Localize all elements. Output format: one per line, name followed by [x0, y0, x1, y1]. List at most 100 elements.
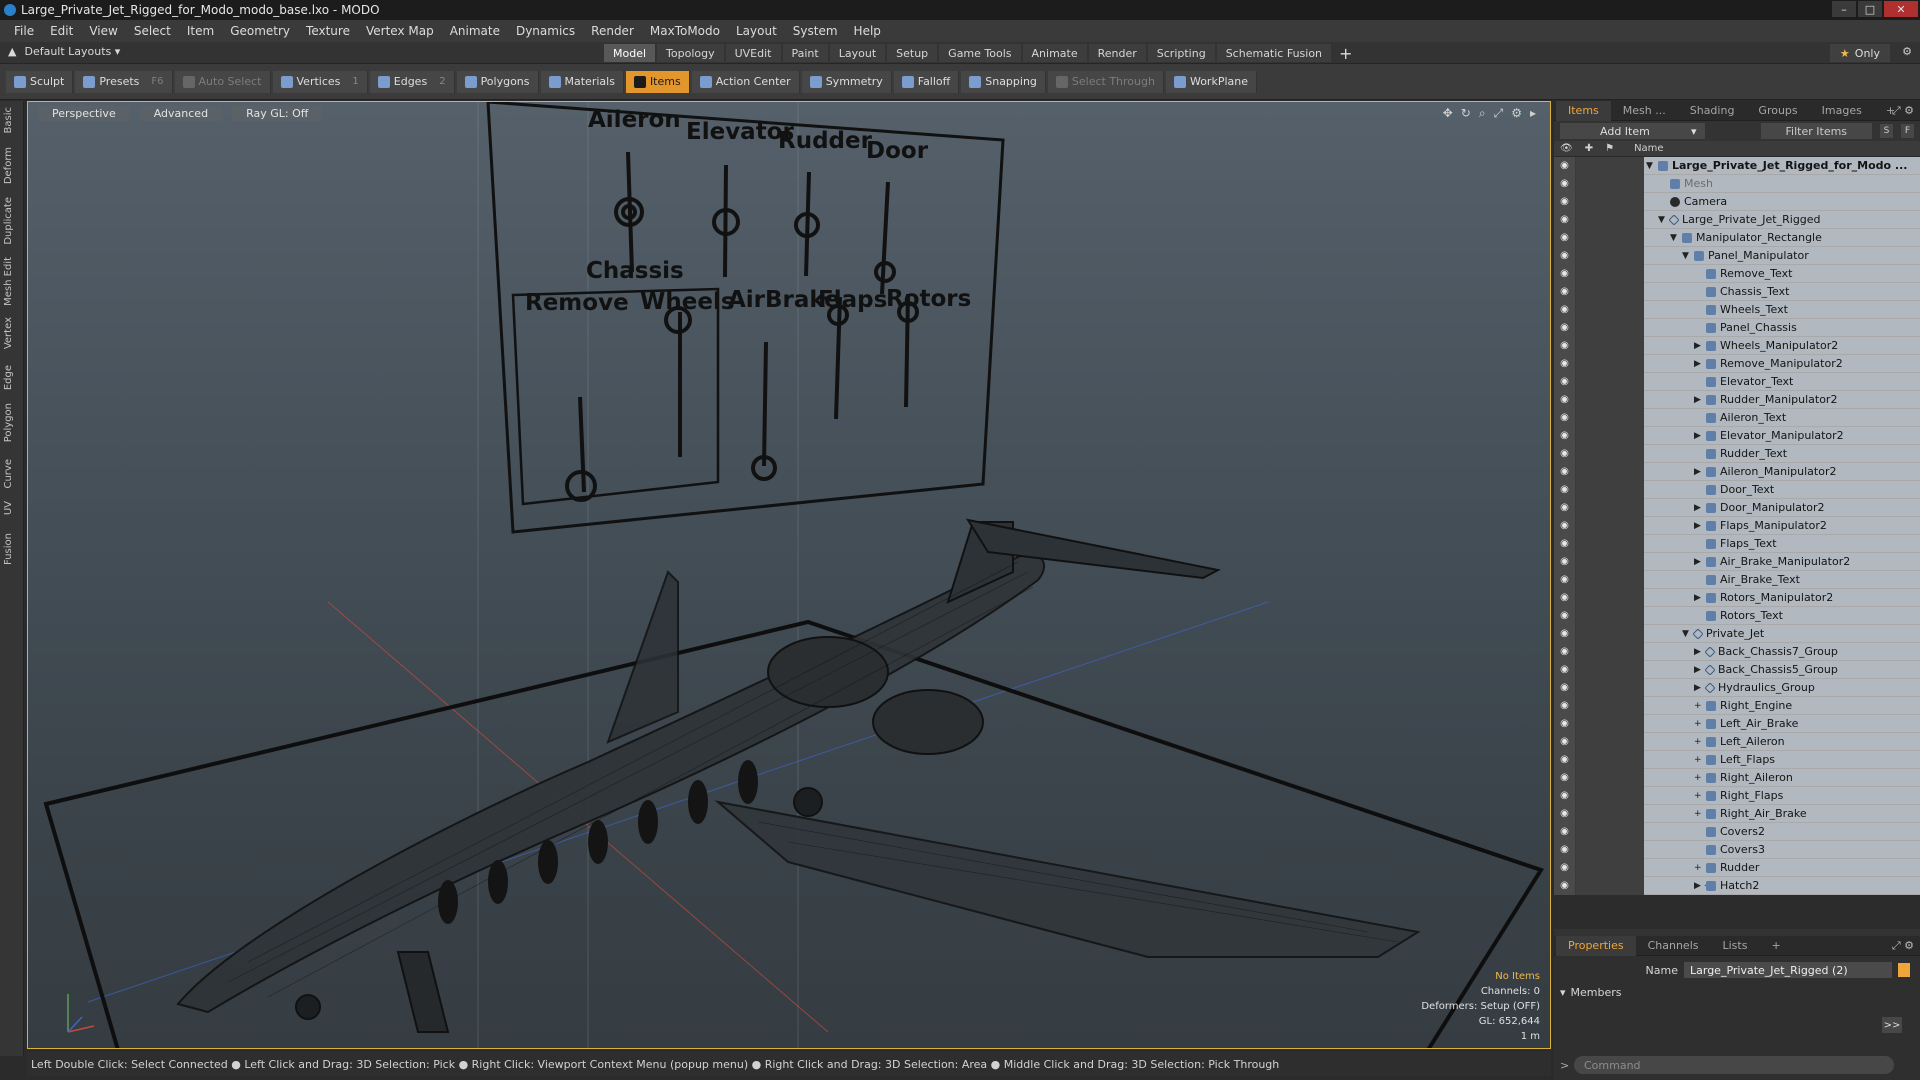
visibility-eye-icon[interactable]: ◉ [1554, 300, 1576, 319]
type-column-icon[interactable]: ⚑ [1605, 143, 1614, 154]
menu-edit[interactable]: Edit [42, 24, 81, 38]
expand-toggle-icon[interactable]: + [1694, 719, 1702, 729]
tree-row[interactable]: ◉ + Left_Aileron [1554, 732, 1920, 751]
tree-row[interactable]: ◉ ▶ Elevator_Manipulator2 [1554, 426, 1920, 445]
tab-lists[interactable]: Lists [1711, 936, 1760, 956]
visibility-eye-icon[interactable]: ◉ [1554, 354, 1576, 373]
vtab-basic[interactable]: Basic [3, 107, 21, 133]
materials-button[interactable]: Materials [540, 70, 624, 93]
tree-row[interactable]: ◉ Aileron_Text [1554, 408, 1920, 427]
visibility-eye-icon[interactable]: ◉ [1554, 858, 1576, 877]
add-tab-icon[interactable]: + [1333, 44, 1358, 63]
menu-file[interactable]: File [6, 24, 42, 38]
visibility-eye-icon[interactable]: ◉ [1554, 714, 1576, 733]
visibility-eye-icon[interactable]: ◉ [1554, 660, 1576, 679]
tree-row[interactable]: ◉ ▶ Back_Chassis7_Group [1554, 642, 1920, 661]
visibility-eye-icon[interactable]: ◉ [1554, 516, 1576, 535]
vtab-deform[interactable]: Deform [3, 147, 21, 184]
visibility-eye-icon[interactable]: ◉ [1554, 606, 1576, 625]
tab-uvedit[interactable]: UVEdit [725, 44, 781, 62]
name-column-header[interactable]: Name [1634, 143, 1664, 154]
tree-row[interactable]: ◉ ▶ Flaps_Manipulator2 [1554, 516, 1920, 535]
select-through-button[interactable]: Select Through [1047, 70, 1164, 93]
action-center-button[interactable]: Action Center [691, 70, 800, 93]
visibility-eye-icon[interactable]: ◉ [1554, 750, 1576, 769]
tree-row[interactable]: ◉ Panel_Chassis [1554, 318, 1920, 337]
filter-s-button[interactable]: S [1880, 124, 1893, 138]
expand-toggle-icon[interactable]: ▼ [1682, 251, 1690, 261]
expand-toggle-icon[interactable]: ▶ [1694, 503, 1702, 513]
tree-row[interactable]: ◉ ▼ Large_Private_Jet_Rigged_for_Modo ... [1554, 157, 1920, 175]
tree-row[interactable]: ◉ Covers3 [1554, 840, 1920, 859]
visibility-eye-icon[interactable]: ◉ [1554, 444, 1576, 463]
tree-row[interactable]: ◉ Mesh [1554, 174, 1920, 193]
vtab-edge[interactable]: Edge [3, 365, 21, 390]
visibility-eye-icon[interactable]: ◉ [1554, 462, 1576, 481]
tree-row[interactable]: ◉ Rudder_Text [1554, 444, 1920, 463]
tree-row[interactable]: ◉ ▼ Large_Private_Jet_Rigged [1554, 210, 1920, 229]
visibility-eye-icon[interactable]: ◉ [1554, 426, 1576, 445]
tree-row[interactable]: ◉ ▶ Back_Chassis5_Group [1554, 660, 1920, 679]
visibility-eye-icon[interactable]: ◉ [1554, 624, 1576, 643]
visibility-eye-icon[interactable]: ◉ [1554, 696, 1576, 715]
visibility-eye-icon[interactable]: ◉ [1554, 246, 1576, 265]
visibility-eye-icon[interactable]: ◉ [1554, 408, 1576, 427]
tree-row[interactable]: ◉ + Rudder [1554, 858, 1920, 877]
pan-icon[interactable]: ✥ [1443, 106, 1453, 121]
tree-row[interactable]: ◉ Chassis_Text [1554, 282, 1920, 301]
expand-toggle-icon[interactable]: ▶ [1694, 521, 1702, 531]
items-button[interactable]: Items [625, 70, 690, 93]
tree-row[interactable]: ◉ + Right_Air_Brake [1554, 804, 1920, 823]
expand-toggle-icon[interactable]: ▶ [1694, 593, 1702, 603]
visibility-eye-icon[interactable]: ◉ [1554, 372, 1576, 391]
menu-geometry[interactable]: Geometry [222, 24, 298, 38]
tree-row[interactable]: ◉ ▶ Hydraulics_Group [1554, 678, 1920, 697]
vtab-fusion[interactable]: Fusion [3, 533, 21, 565]
expand-toggle-icon[interactable]: ▼ [1670, 233, 1678, 243]
sculpt-button[interactable]: Sculpt [6, 70, 74, 93]
expand-toggle-icon[interactable]: + [1694, 755, 1702, 765]
tab-game-tools[interactable]: Game Tools [939, 44, 1021, 62]
gear-icon[interactable]: ⚙ [1902, 45, 1912, 58]
tab-paint[interactable]: Paint [782, 44, 828, 62]
visibility-eye-icon[interactable]: ◉ [1554, 570, 1576, 589]
perspective-button[interactable]: Perspective [38, 106, 130, 121]
visibility-column-icon[interactable]: 👁 [1560, 143, 1573, 154]
visibility-eye-icon[interactable]: ◉ [1554, 840, 1576, 859]
expand-toggle-icon[interactable]: ▼ [1658, 215, 1666, 225]
snapping-button[interactable]: Snapping [961, 70, 1046, 93]
tab-schematic-fusion[interactable]: Schematic Fusion [1216, 44, 1332, 62]
command-input[interactable]: Command [1574, 1056, 1894, 1074]
layout-dropdown[interactable]: ▲ Default Layouts ▾ [8, 45, 120, 58]
tree-row[interactable]: ◉ + Right_Flaps [1554, 786, 1920, 805]
menu-layout[interactable]: Layout [728, 24, 785, 38]
control-panel[interactable]: Aileron Elevator Rudder Door Chassis Rem… [486, 102, 1005, 534]
tree-row[interactable]: ◉ ▶ Door_Manipulator2 [1554, 498, 1920, 517]
visibility-eye-icon[interactable]: ◉ [1554, 876, 1576, 895]
visibility-eye-icon[interactable]: ◉ [1554, 390, 1576, 409]
advanced-button[interactable]: Advanced [139, 106, 223, 121]
menu-maxtomodo[interactable]: MaxToModo [642, 24, 728, 38]
expand-toggle-icon[interactable]: + [1694, 737, 1702, 747]
viewport-settings-icon[interactable]: ⚙ [1511, 106, 1522, 121]
visibility-eye-icon[interactable]: ◉ [1554, 732, 1576, 751]
tree-row[interactable]: ◉ Remove_Text [1554, 264, 1920, 283]
tree-row[interactable]: ◉ Door_Text [1554, 480, 1920, 499]
menu-system[interactable]: System [785, 24, 846, 38]
vtab-mesh-edit[interactable]: Mesh Edit [3, 257, 21, 306]
tree-row[interactable]: ◉ + Right_Engine [1554, 696, 1920, 715]
command-history-icon[interactable]: > [1560, 1059, 1569, 1072]
visibility-eye-icon[interactable]: ◉ [1554, 282, 1576, 301]
presets-button[interactable]: Presets F6 [75, 70, 173, 93]
auto-select-button[interactable]: Auto Select [174, 70, 271, 93]
tree-row[interactable]: ◉ ▶ Rotors_Manipulator2 [1554, 588, 1920, 607]
expand-toggle-icon[interactable]: ▶ [1694, 665, 1702, 675]
visibility-eye-icon[interactable]: ◉ [1554, 768, 1576, 787]
falloff-button[interactable]: Falloff [893, 70, 960, 93]
expand-toggle-icon[interactable]: ▶ [1694, 431, 1702, 441]
tab-layout[interactable]: Layout [829, 44, 886, 62]
tab-render[interactable]: Render [1088, 44, 1146, 62]
visibility-eye-icon[interactable]: ◉ [1554, 480, 1576, 499]
vertices-button[interactable]: Vertices 1 [272, 70, 368, 93]
add-properties-tab-icon[interactable]: + [1759, 936, 1792, 956]
